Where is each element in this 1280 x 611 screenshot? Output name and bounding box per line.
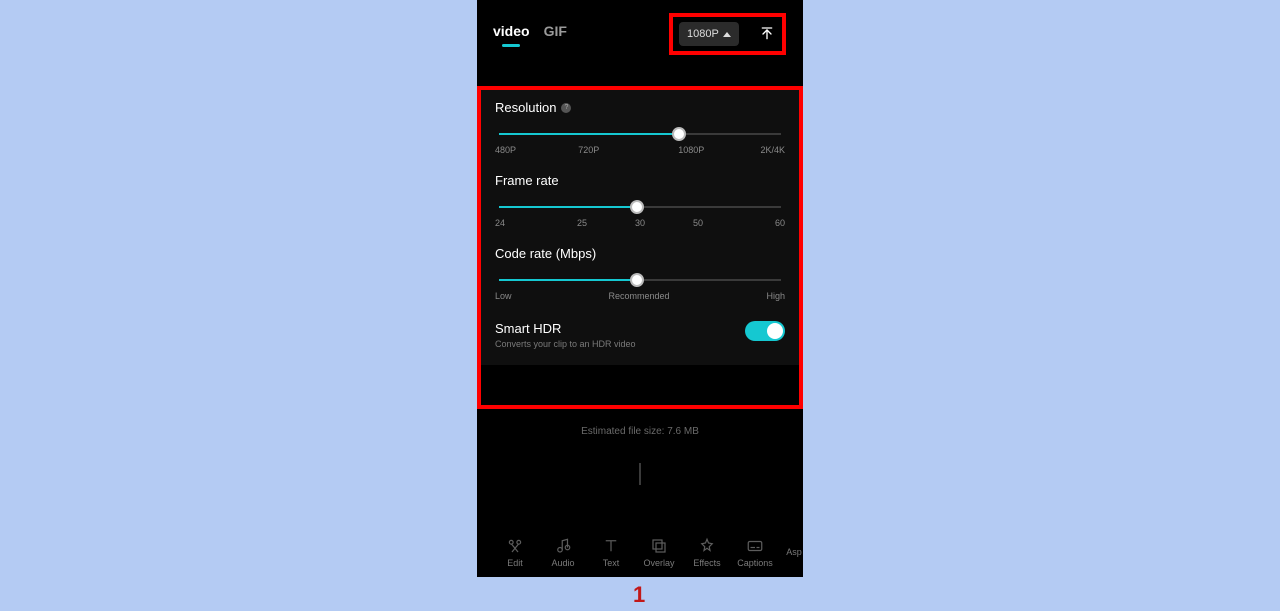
export-icon[interactable] — [758, 25, 776, 43]
coderate-slider[interactable] — [499, 273, 781, 287]
resolution-button[interactable]: 1080P — [679, 22, 739, 46]
smart-hdr-subtitle: Converts your clip to an HDR video — [495, 339, 636, 349]
bottom-toolbar: Edit Audio Text Overlay Effects Captions… — [477, 527, 803, 577]
coderate-ticks: Low Recommended High — [495, 291, 785, 301]
export-controls-highlight: 1080P — [669, 13, 786, 55]
framerate-ticks: 24 25 30 50 60 — [495, 218, 785, 228]
aspect-tab[interactable]: Asp — [779, 547, 803, 557]
timeline-divider — [639, 463, 641, 485]
overlay-tab[interactable]: Overlay — [635, 537, 683, 568]
effects-tab[interactable]: Effects — [683, 537, 731, 568]
coderate-title: Code rate (Mbps) — [495, 246, 596, 261]
captions-tab[interactable]: Captions — [731, 537, 779, 568]
estimated-filesize: Estimated file size: 7.6 MB — [477, 426, 803, 437]
framerate-section: Frame rate 24 25 30 50 60 — [495, 173, 785, 228]
smart-hdr-title: Smart HDR — [495, 321, 636, 336]
step-number: 1 — [633, 582, 645, 608]
caret-up-icon — [723, 32, 731, 37]
smart-hdr-row: Smart HDR Converts your clip to an HDR v… — [495, 321, 785, 349]
framerate-slider[interactable] — [499, 200, 781, 214]
tab-gif[interactable]: GIF — [544, 23, 567, 45]
resolution-button-label: 1080P — [687, 28, 719, 40]
resolution-title: Resolution — [495, 100, 556, 115]
resolution-ticks: 480P 720P 1080P 2K/4K — [495, 145, 785, 155]
resolution-slider[interactable] — [499, 127, 781, 141]
resolution-section: Resolution ? 480P 720P 1080P 2K/4K — [495, 100, 785, 155]
audio-tab[interactable]: Audio — [539, 537, 587, 568]
framerate-title: Frame rate — [495, 173, 559, 188]
tab-video[interactable]: video — [493, 23, 530, 45]
help-icon[interactable]: ? — [561, 103, 571, 113]
edit-tab[interactable]: Edit — [491, 537, 539, 568]
coderate-section: Code rate (Mbps) Low Recommended High — [495, 246, 785, 301]
text-tab[interactable]: Text — [587, 537, 635, 568]
export-settings-panel: Resolution ? 480P 720P 1080P 2K/4K Frame… — [481, 90, 799, 365]
smart-hdr-toggle[interactable] — [745, 321, 785, 341]
